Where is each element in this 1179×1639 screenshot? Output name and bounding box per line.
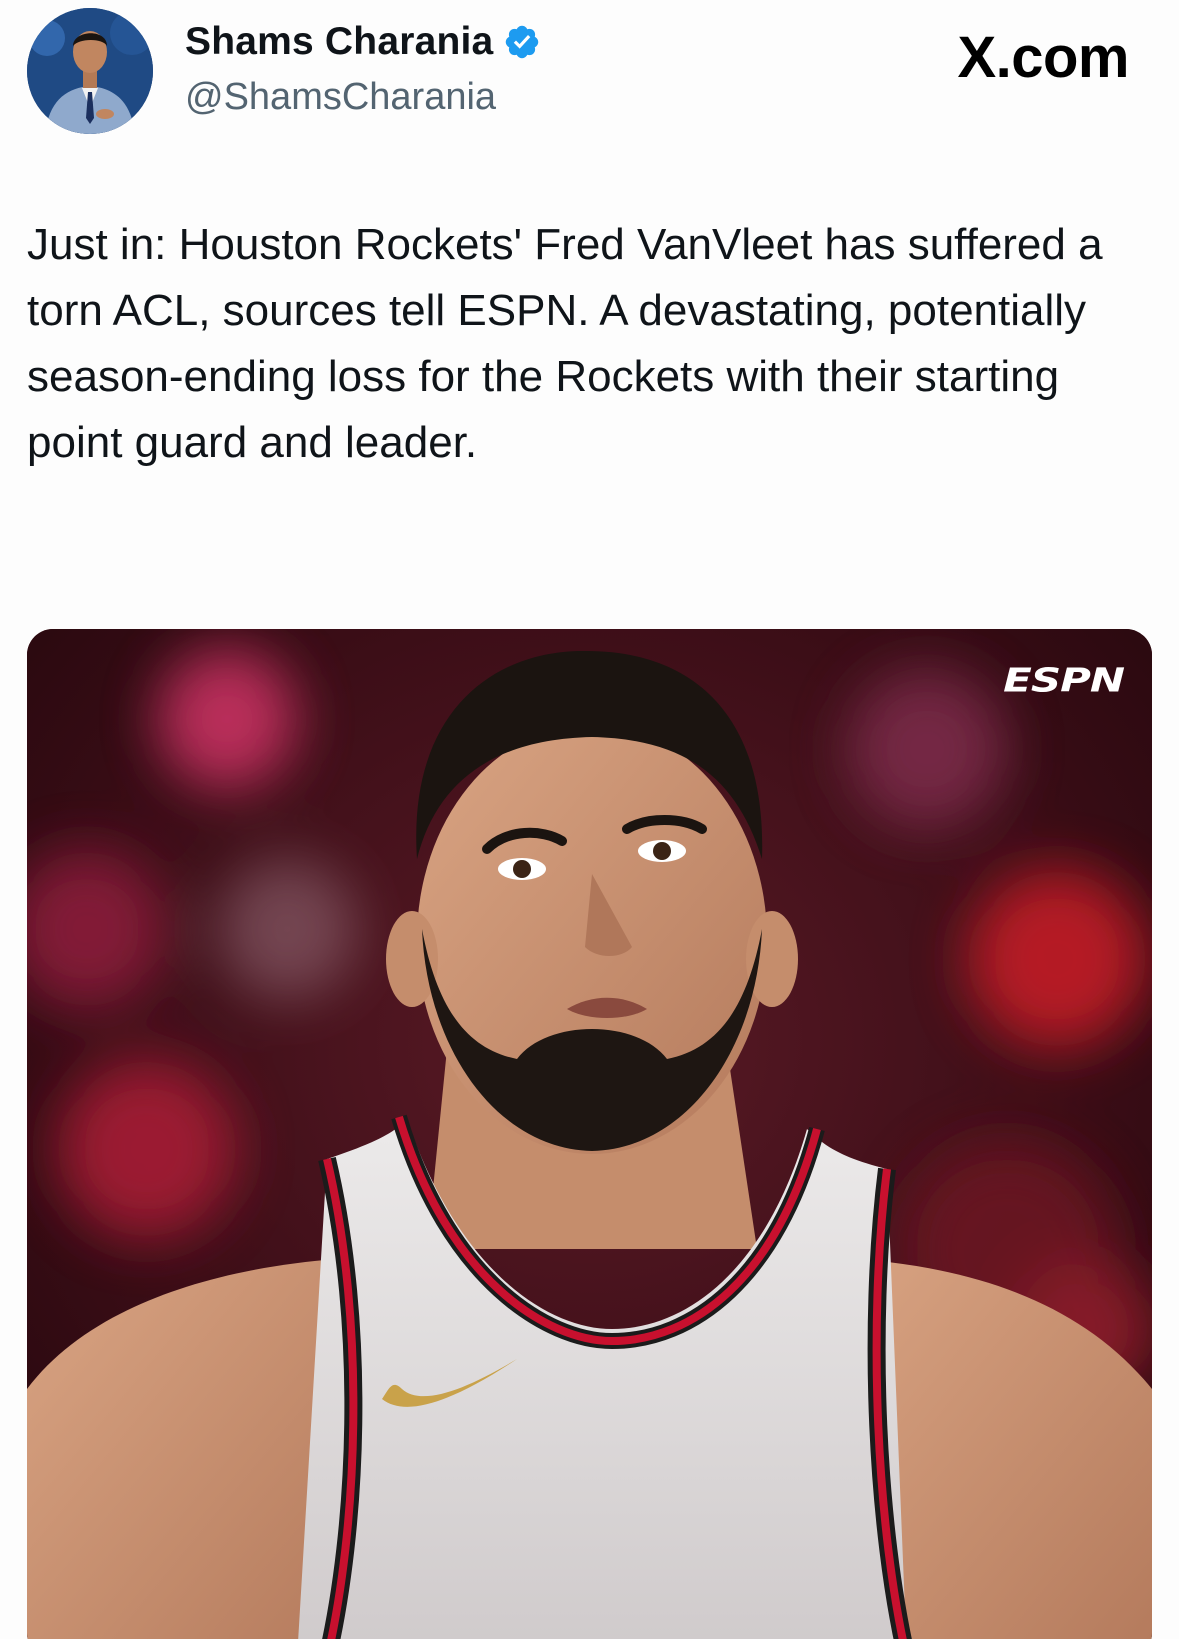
- author-handle[interactable]: @ShamsCharania: [185, 76, 496, 119]
- player-photo: [27, 629, 1152, 1639]
- author-name-text: Shams Charania: [185, 20, 494, 63]
- espn-watermark: ESPN: [1003, 661, 1125, 700]
- author-avatar[interactable]: [27, 8, 153, 134]
- avatar-image: [27, 8, 153, 134]
- author-name[interactable]: Shams Charania: [185, 20, 541, 64]
- tweet-card: Shams Charania @ShamsCharania X.com Just…: [0, 0, 1179, 1639]
- verified-badge-icon: [506, 25, 539, 59]
- tweet-text: Just in: Houston Rockets' Fred VanVleet …: [27, 220, 1103, 467]
- site-label: X.com: [957, 25, 1129, 90]
- tweet-media-image[interactable]: ESPN: [27, 629, 1152, 1639]
